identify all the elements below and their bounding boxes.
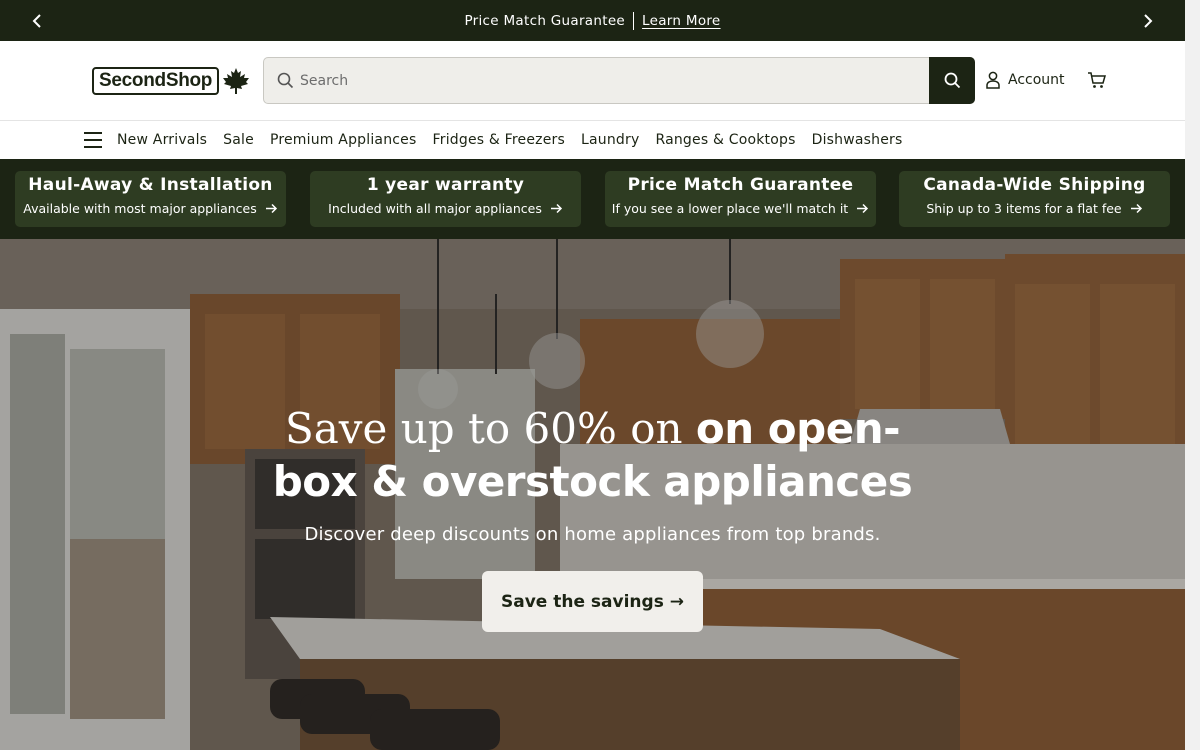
search-bar bbox=[263, 57, 975, 104]
promo-title: 1 year warranty bbox=[366, 175, 525, 195]
promo-title: Haul-Away & Installation bbox=[28, 175, 273, 195]
hero-subtitle: Discover deep discounts on home applianc… bbox=[304, 524, 881, 545]
hero-title-bold-1: on open- bbox=[695, 404, 901, 453]
arrow-right-icon bbox=[550, 203, 563, 214]
cart-icon[interactable] bbox=[1087, 71, 1107, 93]
account-link[interactable]: Account bbox=[986, 71, 1065, 89]
hero-title-bold-2: box & overstock appliances bbox=[272, 457, 913, 506]
arrow-right-icon bbox=[856, 203, 869, 214]
chevron-right-icon[interactable] bbox=[1133, 0, 1163, 41]
page-scrollbar[interactable] bbox=[1185, 0, 1200, 750]
promo-title: Price Match Guarantee bbox=[627, 175, 854, 195]
announcement-divider bbox=[633, 11, 635, 30]
nav-item-ranges-cooktops[interactable]: Ranges & Cooktops bbox=[655, 132, 795, 148]
promo-subtitle: Available with most major appliances bbox=[23, 201, 257, 216]
arrow-right-icon bbox=[1130, 203, 1143, 214]
logo[interactable]: SecondShop bbox=[92, 67, 251, 95]
search-icon bbox=[944, 72, 960, 89]
search-button[interactable] bbox=[929, 57, 975, 104]
nav-item-sale[interactable]: Sale bbox=[223, 132, 254, 148]
nav-item-premium-appliances[interactable]: Premium Appliances bbox=[270, 132, 417, 148]
learn-more-link[interactable]: Learn More bbox=[642, 13, 721, 29]
search-icon bbox=[264, 72, 298, 89]
nav-item-fridges-freezers[interactable]: Fridges & Freezers bbox=[433, 132, 566, 148]
search-input[interactable] bbox=[298, 58, 929, 103]
nav-item-laundry[interactable]: Laundry bbox=[581, 132, 639, 148]
promo-title: Canada-Wide Shipping bbox=[923, 175, 1146, 195]
nav-item-dishwashers[interactable]: Dishwashers bbox=[812, 132, 903, 148]
promo-strip: Haul-Away & Installation Available with … bbox=[0, 159, 1185, 239]
arrow-right-icon bbox=[265, 203, 278, 214]
promo-card-warranty[interactable]: 1 year warranty Included with all major … bbox=[310, 171, 581, 227]
promo-subtitle: If you see a lower place we'll match it bbox=[611, 201, 849, 216]
nav-item-new-arrivals[interactable]: New Arrivals bbox=[117, 132, 207, 148]
hero-banner: Save up to 60% on on open- box & oversto… bbox=[0, 239, 1185, 750]
promo-card-shipping[interactable]: Canada-Wide Shipping Ship up to 3 items … bbox=[899, 171, 1170, 227]
promo-subtitle: Ship up to 3 items for a flat fee bbox=[926, 201, 1122, 216]
maple-leaf-icon bbox=[223, 68, 250, 94]
announcement-bar: Price Match Guarantee Learn More bbox=[0, 0, 1185, 41]
announcement-text: Price Match Guarantee bbox=[464, 12, 626, 29]
logo-wordmark: SecondShop bbox=[92, 67, 220, 95]
hero-cta-button[interactable]: Save the savings → bbox=[482, 571, 703, 632]
promo-card-haul-away[interactable]: Haul-Away & Installation Available with … bbox=[15, 171, 286, 227]
hero-title-serif: Save up to 60% on bbox=[284, 404, 683, 453]
user-icon bbox=[986, 71, 1000, 89]
promo-subtitle: Included with all major appliances bbox=[328, 201, 542, 216]
account-label: Account bbox=[1008, 72, 1065, 88]
hero-title: Save up to 60% on on open- box & oversto… bbox=[0, 402, 1185, 508]
hamburger-menu-icon[interactable] bbox=[84, 132, 102, 148]
chevron-left-icon[interactable] bbox=[22, 0, 52, 41]
site-header: SecondShop Account bbox=[0, 41, 1185, 121]
promo-card-price-match[interactable]: Price Match Guarantee If you see a lower… bbox=[605, 171, 876, 227]
main-nav: New Arrivals Sale Premium Appliances Fri… bbox=[0, 121, 1185, 159]
